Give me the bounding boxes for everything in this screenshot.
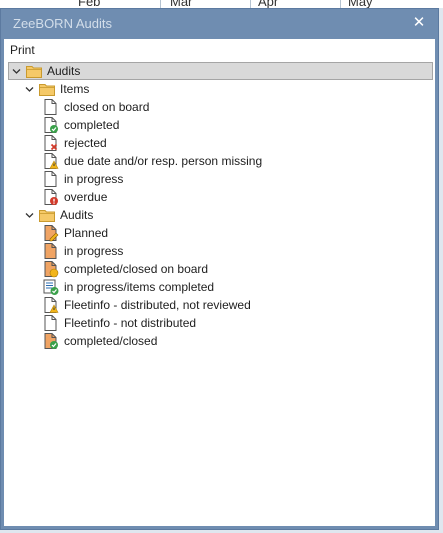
tree-root-audits[interactable]: Audits <box>8 62 433 80</box>
tree-node-label: completed/closed <box>64 334 158 348</box>
document-icon <box>42 98 60 116</box>
chevron-down-icon[interactable] <box>22 81 36 97</box>
tree-item[interactable]: Fleetinfo - distributed, not reviewed <box>40 296 251 314</box>
tree-item[interactable]: completed/closed on board <box>40 260 208 278</box>
tree-node-label: Audits <box>60 208 94 222</box>
tree-group-items[interactable]: Items <box>22 80 89 98</box>
menu-bar: Print <box>4 39 435 59</box>
tree-item[interactable]: completed/closed <box>40 332 157 350</box>
document-icon <box>42 170 60 188</box>
title-bar[interactable]: ZeeBORN Audits ✕ <box>1 9 438 39</box>
document-red-alert-icon <box>42 188 60 206</box>
dialog-content: Print Audits Items closed on board compl… <box>4 39 435 526</box>
column-separator <box>160 0 161 8</box>
orange-document-icon <box>42 242 60 260</box>
folder-icon <box>38 80 56 98</box>
tree-item[interactable]: in progress <box>40 170 123 188</box>
close-button[interactable]: ✕ <box>410 14 428 32</box>
document-green-check-icon <box>42 116 60 134</box>
tree-node-label: rejected <box>64 136 107 150</box>
tree-item[interactable]: due date and/or resp. person missing <box>40 152 262 170</box>
tree-node-label: Planned <box>64 226 109 240</box>
chevron-down-icon[interactable] <box>22 207 36 223</box>
month-label: May <box>348 0 373 8</box>
tree-node-label: in progress/items completed <box>64 280 215 294</box>
orange-document-pencil-icon <box>42 224 60 242</box>
folder-icon <box>25 62 43 80</box>
month-label: Apr <box>258 0 279 8</box>
chevron-down-icon[interactable] <box>9 63 23 79</box>
tree-node-label: in progress <box>64 172 124 186</box>
background-calendar-header: Feb Mar Apr May <box>0 0 443 8</box>
tree-node-label: overdue <box>64 190 108 204</box>
tree-item[interactable]: in progress <box>40 242 123 260</box>
month-label: Mar <box>170 0 193 8</box>
column-separator <box>250 0 251 8</box>
tree-node-label: due date and/or resp. person missing <box>64 154 263 168</box>
column-separator <box>340 0 341 8</box>
tree-node-label: Items <box>60 82 90 96</box>
window-title: ZeeBORN Audits <box>13 16 112 31</box>
tree-group-audits[interactable]: Audits <box>22 206 93 224</box>
tree-node-label: Audits <box>47 64 81 78</box>
tree-node-label: completed <box>64 118 120 132</box>
document-red-x-icon <box>42 134 60 152</box>
tree-node-label: in progress <box>64 244 124 258</box>
orange-document-yellow-circle-icon <box>42 260 60 278</box>
tree-item[interactable]: overdue <box>40 188 107 206</box>
tree-node-label: completed/closed on board <box>64 262 209 276</box>
tree-item[interactable]: closed on board <box>40 98 149 116</box>
tree-item[interactable]: Fleetinfo - not distributed <box>40 314 196 332</box>
document-warning-icon <box>42 152 60 170</box>
tree-node-label: closed on board <box>64 100 150 114</box>
tree-item[interactable]: completed <box>40 116 119 134</box>
tree-item[interactable]: in progress/items completed <box>40 278 214 296</box>
tree-node-label: Fleetinfo - distributed, not reviewed <box>64 298 251 312</box>
month-label: Feb <box>78 0 101 8</box>
audits-dialog: ZeeBORN Audits ✕ Print Audits Items clos… <box>0 8 439 530</box>
tree-item[interactable]: Planned <box>40 224 108 242</box>
tree-item[interactable]: rejected <box>40 134 107 152</box>
orange-document-green-check-icon <box>42 332 60 350</box>
tree-node-label: Fleetinfo - not distributed <box>64 316 197 330</box>
folder-icon <box>38 206 56 224</box>
print-menu-item[interactable]: Print <box>10 43 35 57</box>
document-icon <box>42 314 60 332</box>
legend-tree: Audits Items closed on board completed r… <box>8 62 433 526</box>
list-document-green-check-icon <box>42 278 60 296</box>
document-warning-icon <box>42 296 60 314</box>
